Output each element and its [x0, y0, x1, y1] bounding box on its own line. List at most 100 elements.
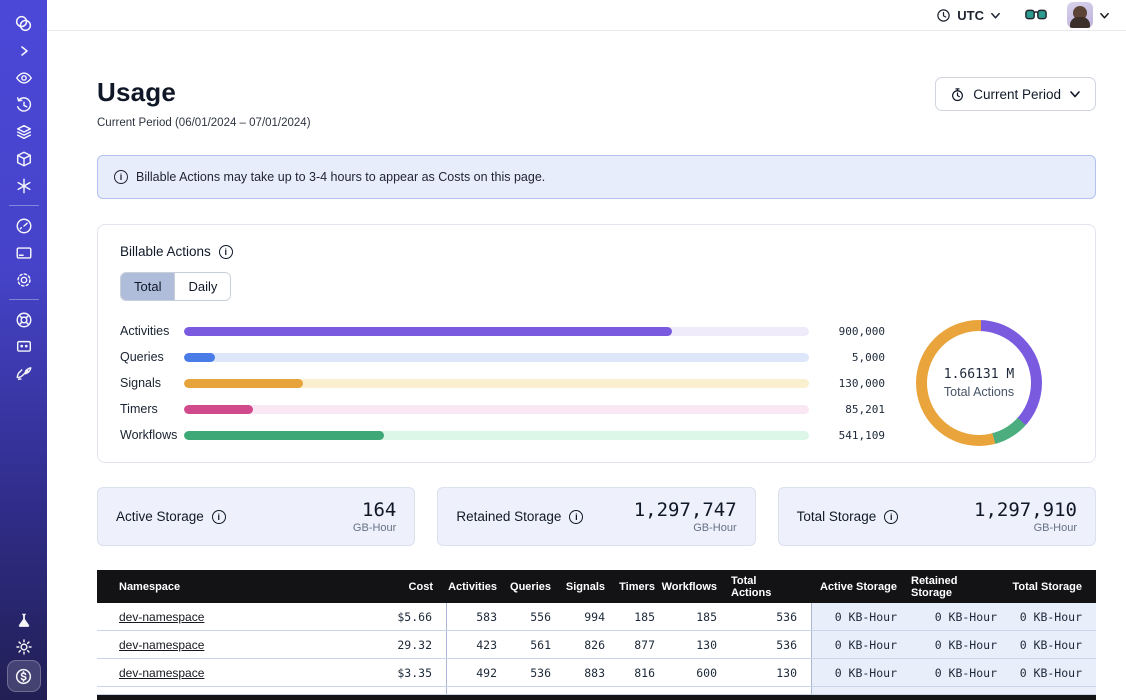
- asterisk-icon[interactable]: [8, 172, 40, 199]
- bar-label: Signals: [120, 376, 184, 390]
- cell-cost: $3.35: [327, 659, 447, 686]
- theme-sun-icon[interactable]: [8, 633, 40, 660]
- cell-queries: 536: [511, 659, 565, 686]
- user-menu[interactable]: [1067, 2, 1110, 28]
- docs-monitor-icon[interactable]: [8, 333, 40, 360]
- tab-total[interactable]: Total: [121, 273, 174, 300]
- active-storage-unit: GB-Hour: [353, 522, 396, 534]
- cell-retained-storage: 0 KB-Hour: [911, 603, 1011, 630]
- col-signals: Signals: [565, 581, 619, 593]
- info-banner-text: Billable Actions may take up to 3-4 hour…: [136, 170, 545, 184]
- bar-fill: [184, 327, 672, 336]
- bar-track: [184, 405, 809, 414]
- cell-workflows: 130: [669, 631, 731, 658]
- namespace-link[interactable]: dev-namespace: [119, 638, 204, 652]
- namespaces-eye-icon[interactable]: [8, 64, 40, 91]
- cell-retained-storage: 0 KB-Hour: [911, 659, 1011, 686]
- clock-icon: [936, 8, 951, 23]
- cell-total-actions: 130: [731, 659, 811, 686]
- sidebar-divider: [9, 205, 39, 206]
- cell-retained-storage: 0 KB-Hour: [911, 631, 1011, 658]
- usage-dollar-icon[interactable]: [7, 660, 41, 692]
- col-retained-storage: Retained Storage: [911, 575, 1011, 599]
- topbar: UTC: [47, 0, 1126, 31]
- bar-fill: [184, 379, 303, 388]
- bar-row-activities: Activities 900,000: [120, 318, 885, 344]
- chevron-down-icon: [1069, 88, 1081, 100]
- namespace-link[interactable]: dev-namespace: [119, 666, 204, 680]
- labs-flask-icon[interactable]: [8, 606, 40, 633]
- settings-gear-icon[interactable]: [8, 266, 40, 293]
- cell-active-storage: 0 KB-Hour: [811, 659, 911, 686]
- bar-value: 900,000: [823, 325, 885, 338]
- bar-track: [184, 327, 809, 336]
- donut-center-value: 1.66131 M: [944, 367, 1014, 382]
- gauge-icon[interactable]: [8, 212, 40, 239]
- retained-storage-value: 1,297,747: [634, 499, 737, 521]
- col-workflows: Workflows: [669, 581, 731, 593]
- bar-track: [184, 379, 809, 388]
- cell-workflows: 185: [669, 603, 731, 630]
- table-row-partial: [97, 687, 1096, 695]
- bar-track: [184, 353, 809, 362]
- bar-fill: [184, 353, 215, 362]
- table-row: dev-namespace $5.66 583 556 994 185 185 …: [97, 603, 1096, 631]
- cell-activities: 583: [447, 603, 511, 630]
- timezone-selector[interactable]: UTC: [936, 8, 1001, 23]
- rocket-icon[interactable]: [8, 360, 40, 387]
- page-header: Usage Current Period (06/01/2024 – 07/01…: [97, 77, 1096, 129]
- cell-activities: 423: [447, 631, 511, 658]
- bar-value: 5,000: [823, 351, 885, 364]
- active-storage-value: 164: [353, 499, 396, 521]
- table-footer-bar: [97, 695, 1096, 700]
- temporal-logo-icon[interactable]: [8, 10, 40, 37]
- donut-center-label: Total Actions: [944, 385, 1014, 399]
- timezone-label: UTC: [957, 8, 984, 23]
- billable-actions-card: Billable Actions i Total Daily Activitie…: [97, 224, 1096, 463]
- total-storage-card: Total Storage i 1,297,910 GB-Hour: [778, 487, 1096, 546]
- cell-total-storage: 0 KB-Hour: [1011, 603, 1096, 630]
- info-icon[interactable]: i: [884, 510, 898, 524]
- cell-active-storage: 0 KB-Hour: [811, 631, 911, 658]
- retained-storage-card: Retained Storage i 1,297,747 GB-Hour: [437, 487, 755, 546]
- cell-workflows: 600: [669, 659, 731, 686]
- avatar[interactable]: [1067, 2, 1093, 28]
- cell-cost: 29.32: [327, 631, 447, 658]
- col-cost: Cost: [327, 581, 447, 593]
- glasses-icon[interactable]: [1025, 8, 1047, 22]
- info-icon[interactable]: i: [219, 245, 233, 259]
- table-row: dev-namespace $3.35 492 536 883 816 600 …: [97, 659, 1096, 687]
- billing-card-icon[interactable]: [8, 239, 40, 266]
- cell-timers: 185: [619, 603, 669, 630]
- bar-row-queries: Queries 5,000: [120, 344, 885, 370]
- support-lifebuoy-icon[interactable]: [8, 306, 40, 333]
- cell-signals: 883: [565, 659, 619, 686]
- col-active-storage: Active Storage: [811, 581, 911, 593]
- cell-total-actions: 536: [731, 603, 811, 630]
- sidebar-divider: [9, 299, 39, 300]
- total-daily-toggle: Total Daily: [120, 272, 231, 301]
- bar-track: [184, 431, 809, 440]
- active-storage-card: Active Storage i 164 GB-Hour: [97, 487, 415, 546]
- bar-row-signals: Signals 130,000: [120, 370, 885, 396]
- info-icon: i: [114, 170, 128, 184]
- cube-icon[interactable]: [8, 145, 40, 172]
- layers-icon[interactable]: [8, 118, 40, 145]
- table-row: dev-namespace 29.32 423 561 826 877 130 …: [97, 631, 1096, 659]
- tab-daily[interactable]: Daily: [174, 273, 230, 300]
- collapse-chevron-icon[interactable]: [8, 37, 40, 64]
- chevron-down-icon: [1099, 10, 1110, 21]
- history-clock-icon[interactable]: [8, 91, 40, 118]
- retained-storage-label: Retained Storage: [456, 509, 561, 524]
- bar-value: 541,109: [823, 429, 885, 442]
- bar-fill: [184, 405, 253, 414]
- total-storage-label: Total Storage: [797, 509, 877, 524]
- table-header-row: Namespace Cost Activities Queries Signal…: [97, 570, 1096, 603]
- period-selector-button[interactable]: Current Period: [935, 77, 1096, 111]
- total-actions-donut: 1.66131 M Total Actions: [916, 320, 1042, 446]
- info-icon[interactable]: i: [212, 510, 226, 524]
- page-subtitle: Current Period (06/01/2024 – 07/01/2024): [97, 117, 311, 129]
- info-icon[interactable]: i: [569, 510, 583, 524]
- col-total-storage: Total Storage: [1011, 581, 1096, 593]
- namespace-link[interactable]: dev-namespace: [119, 610, 204, 624]
